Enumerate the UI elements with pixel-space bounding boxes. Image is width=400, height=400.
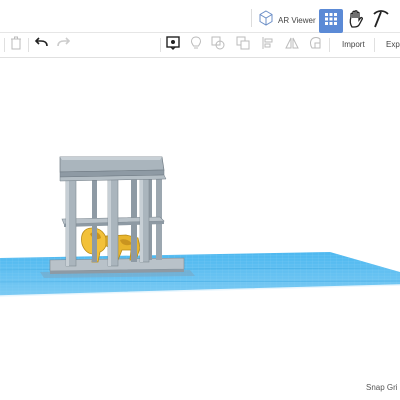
light-button[interactable] — [188, 35, 204, 55]
group-icon — [309, 36, 323, 55]
redo-button[interactable] — [56, 37, 72, 53]
hand-icon — [348, 9, 364, 33]
header-divider — [251, 9, 252, 27]
workplane-viewport[interactable] — [0, 58, 400, 400]
workplane-scene — [0, 156, 400, 297]
undo-icon — [34, 36, 48, 54]
toolbar-divider — [160, 38, 161, 52]
delete-button[interactable] — [8, 36, 24, 55]
mirror-icon — [285, 36, 299, 55]
notes-icon — [166, 35, 180, 55]
undo-button[interactable] — [33, 37, 49, 53]
mirror-button[interactable] — [284, 37, 300, 53]
top-header: AR Viewer — [0, 0, 400, 33]
redo-icon — [57, 36, 71, 54]
pickaxe-button[interactable] — [370, 9, 392, 33]
notes-button[interactable] — [165, 35, 181, 55]
export-button[interactable]: Expo — [386, 40, 400, 49]
pickaxe-icon — [372, 9, 390, 33]
ar-viewer-label: AR Viewer — [278, 15, 316, 25]
toolbar-divider — [329, 38, 330, 52]
grid-view-button[interactable] — [319, 9, 343, 33]
cage-roof — [59, 156, 167, 182]
grid-view-icon — [325, 12, 337, 30]
snap-grid-label[interactable]: Snap Gri — [366, 383, 398, 392]
import-button[interactable]: Import — [342, 40, 365, 49]
shape-icon — [211, 36, 225, 55]
align-icon — [262, 36, 274, 55]
ar-viewer-icon — [258, 9, 274, 31]
ar-viewer-button[interactable]: AR Viewer — [258, 9, 316, 31]
edit-toolbar: Import Expo — [0, 33, 400, 58]
copy-icon — [236, 36, 250, 55]
toolbar-divider — [374, 38, 375, 52]
toolbar-divider — [28, 38, 29, 52]
hand-button[interactable] — [346, 9, 366, 33]
align-button[interactable] — [260, 36, 276, 55]
light-icon — [190, 35, 202, 55]
toolbar-divider — [4, 38, 5, 52]
copy-button[interactable] — [235, 36, 251, 55]
trash-icon — [10, 36, 22, 55]
group-button[interactable] — [308, 36, 324, 55]
shape-button[interactable] — [210, 36, 226, 55]
